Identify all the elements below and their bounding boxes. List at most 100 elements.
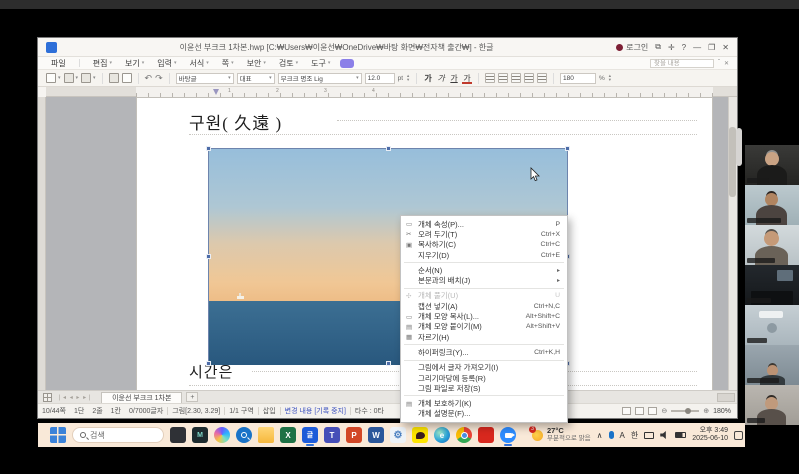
battery-icon[interactable] <box>675 432 686 438</box>
resize-handle[interactable] <box>206 254 211 259</box>
italic-button[interactable]: 가 <box>436 73 446 84</box>
settings-icon[interactable]: ⚙ <box>390 427 406 443</box>
participant-video[interactable] <box>745 185 799 225</box>
taskbar-search[interactable]: 검색 <box>72 427 164 443</box>
context-menu-item[interactable]: 지우기(D)Ctrl+E <box>401 250 567 260</box>
red-app-icon[interactable] <box>478 427 494 443</box>
underline-button[interactable]: 가 <box>449 73 459 84</box>
copilot-icon[interactable] <box>214 427 230 443</box>
zoom-app-icon[interactable] <box>500 427 516 443</box>
horizontal-scrollbar[interactable] <box>717 393 735 402</box>
widgets-icon[interactable] <box>170 427 186 443</box>
file-explorer-icon[interactable] <box>258 427 274 443</box>
context-menu-item[interactable]: ▭개체 모양 복사(L)...Alt+Shift+C <box>401 311 567 321</box>
find-close-icon[interactable]: ✕ <box>724 60 729 67</box>
zoom-combo[interactable]: 180 <box>560 73 596 84</box>
find-expand-icon[interactable]: ˇ <box>718 60 720 66</box>
menu-tools[interactable]: 도구▾ <box>311 58 330 69</box>
minimize-button[interactable]: — <box>693 43 701 52</box>
powerpoint-icon[interactable]: P <box>346 427 362 443</box>
change-tracking-status[interactable]: 변경 내용 [기록 중지] <box>285 406 346 416</box>
login-button[interactable]: 로그인 <box>616 42 648 53</box>
context-menu-item[interactable]: 그리기마당에 등록(R) <box>401 373 567 383</box>
font-color-button[interactable]: 가 <box>462 73 472 84</box>
display-icon[interactable] <box>644 432 654 439</box>
preset-combo[interactable]: 대표▾ <box>237 73 275 84</box>
menu-input[interactable]: 입력▾ <box>157 58 176 69</box>
resize-handle[interactable] <box>565 146 570 151</box>
zoom-percent[interactable]: 180% <box>713 408 731 415</box>
participants-scroll-handle[interactable] <box>736 128 742 166</box>
resize-handle[interactable] <box>386 361 391 366</box>
excel-icon[interactable]: X <box>280 427 296 443</box>
redo-button[interactable]: ↷ <box>155 73 163 84</box>
document-tab[interactable]: 이윤선 부크크 1차본 <box>101 392 182 403</box>
horizontal-ruler[interactable]: 1 2 3 4 <box>46 87 737 97</box>
menu-file[interactable]: 파일 <box>51 58 66 69</box>
ime-english-indicator[interactable]: A <box>620 431 625 440</box>
zoom-stepper[interactable]: ▲▼ <box>608 74 612 82</box>
new-document-button[interactable] <box>46 73 56 83</box>
chrome-icon[interactable] <box>456 427 472 443</box>
tab-nav-buttons[interactable]: ❘◂ ◂ ▸ ▸❘ <box>57 394 93 401</box>
participant-video[interactable] <box>745 305 799 345</box>
align-left-button[interactable] <box>498 73 508 83</box>
align-center-button[interactable] <box>511 73 521 83</box>
context-menu-item[interactable]: ✂오려 두기(T)Ctrl+X <box>401 229 567 239</box>
align-right-button[interactable] <box>524 73 534 83</box>
menu-format[interactable]: 서식▾ <box>189 58 208 69</box>
hwp-taskbar-icon[interactable]: 글 <box>302 427 318 443</box>
tray-overflow-icon[interactable]: ∧ <box>597 431 603 440</box>
find-input[interactable]: 찾을 내용 <box>650 59 714 68</box>
align-justify-button[interactable] <box>485 73 495 83</box>
close-button[interactable]: ✕ <box>722 43 729 52</box>
participant-video[interactable] <box>745 385 799 425</box>
undo-button[interactable]: ↶ <box>145 73 153 84</box>
vertical-ruler[interactable] <box>38 97 46 390</box>
view-mode-icon[interactable] <box>648 407 657 415</box>
insert-mode[interactable]: 삽입 <box>263 406 276 416</box>
preview-button[interactable] <box>122 73 132 83</box>
search-app-icon[interactable] <box>236 427 252 443</box>
context-menu-item[interactable]: ▭개체 속성(P)...P <box>401 219 567 229</box>
print-button[interactable] <box>109 73 119 83</box>
ai-assistant-icon[interactable] <box>340 59 354 68</box>
bold-button[interactable]: 가 <box>423 73 433 84</box>
context-menu-item[interactable]: ▦자르기(H) <box>401 332 567 342</box>
zoom-out-icon[interactable]: ⊖ <box>661 407 667 415</box>
context-menu-item[interactable]: 순서(N)▸ <box>401 265 567 275</box>
add-icon[interactable]: ✛ <box>668 43 675 52</box>
zoom-in-icon[interactable]: ⊕ <box>703 407 709 415</box>
view-grid-icon[interactable] <box>43 393 52 402</box>
menu-security[interactable]: 보안▾ <box>247 58 266 69</box>
participant-video[interactable] <box>745 265 799 305</box>
menu-review[interactable]: 검토▾ <box>279 58 298 69</box>
kakaotalk-icon[interactable] <box>412 427 428 443</box>
teams-icon[interactable]: T <box>324 427 340 443</box>
start-button[interactable] <box>50 427 66 443</box>
resize-handle[interactable] <box>386 146 391 151</box>
context-menu-item[interactable]: 그림에서 글자 가져오기(I) <box>401 363 567 373</box>
microphone-icon[interactable] <box>609 431 614 439</box>
notification-center-icon[interactable] <box>734 431 743 440</box>
font-combo[interactable]: 부크크 명조 Lig▾ <box>278 73 362 84</box>
help-icon[interactable]: ? <box>682 43 686 52</box>
context-menu-item[interactable]: 그림 파일로 저장(S) <box>401 383 567 393</box>
layout-icon[interactable]: ⧉ <box>655 42 661 52</box>
edge-icon[interactable]: e <box>434 427 450 443</box>
style-combo[interactable]: 바탕글▾ <box>176 73 234 84</box>
menu-page[interactable]: 쪽▾ <box>222 58 234 69</box>
view-mode-icon[interactable] <box>635 407 644 415</box>
word-icon[interactable]: W <box>368 427 384 443</box>
context-menu-item[interactable]: ▣복사하기(C)Ctrl+C <box>401 240 567 250</box>
context-menu-item[interactable]: 캡션 넣기(A)Ctrl+N,C <box>401 301 567 311</box>
participant-video[interactable] <box>745 345 799 385</box>
context-menu-item[interactable]: 본문과의 배치(J)▸ <box>401 275 567 285</box>
ime-korean-indicator[interactable]: 한 <box>631 430 638 441</box>
save-button[interactable] <box>81 73 91 83</box>
context-menu-item[interactable]: 개체 설명문(F)... <box>401 409 567 419</box>
context-menu-item[interactable]: ▤개체 보호하기(K) <box>401 398 567 408</box>
font-size-input[interactable]: 12.0 <box>365 73 395 84</box>
zoom-slider[interactable] <box>671 410 699 412</box>
mail-app-icon[interactable]: M <box>192 427 208 443</box>
